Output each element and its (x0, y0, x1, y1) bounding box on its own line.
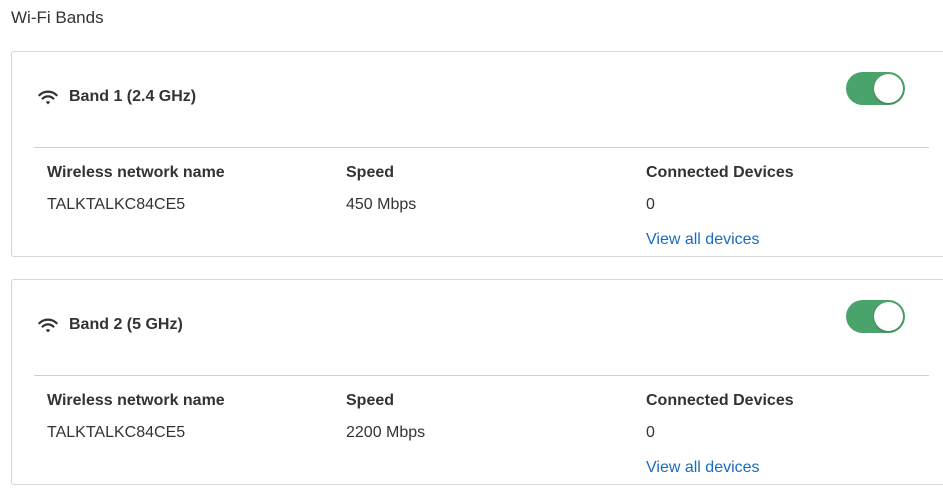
band-title: Band 2 (5 GHz) (69, 316, 183, 333)
speed-label: Speed (346, 164, 395, 181)
toggle-knob (874, 302, 903, 331)
view-all-devices-link[interactable]: View all devices (646, 457, 760, 479)
connected-devices-column: Connected Devices 0 View all devices (646, 162, 794, 251)
network-name-column: Wireless network name TALKTALKC84CE5 (47, 390, 225, 444)
band-title: Band 1 (2.4 GHz) (69, 88, 197, 105)
band-toggle[interactable] (846, 300, 905, 333)
speed-column: Speed 2200 Mbps (346, 390, 425, 444)
band-card-1: Band 1 (2.4 GHz) Wireless network name T… (11, 51, 943, 257)
band-header: Band 1 (2.4 GHz) (12, 52, 943, 148)
band-card-2: Band 2 (5 GHz) Wireless network name TAL… (11, 279, 943, 485)
network-name-value: TALKTALKC84CE5 (47, 424, 186, 441)
network-name-column: Wireless network name TALKTALKC84CE5 (47, 162, 225, 216)
divider (34, 375, 929, 376)
divider (34, 147, 929, 148)
network-name-label: Wireless network name (47, 164, 225, 181)
network-name-value: TALKTALKC84CE5 (47, 196, 186, 213)
band-toggle[interactable] (846, 72, 905, 105)
connected-devices-label: Connected Devices (646, 392, 794, 409)
speed-value: 2200 Mbps (346, 424, 426, 441)
network-name-label: Wireless network name (47, 392, 225, 409)
connected-devices-value: 0 (646, 196, 655, 213)
speed-column: Speed 450 Mbps (346, 162, 416, 216)
wifi-icon (38, 318, 58, 333)
speed-label: Speed (346, 392, 395, 409)
toggle-knob (874, 74, 903, 103)
connected-devices-value: 0 (646, 424, 655, 441)
speed-value: 450 Mbps (346, 196, 417, 213)
view-all-devices-link[interactable]: View all devices (646, 229, 760, 251)
connected-devices-label: Connected Devices (646, 164, 794, 181)
connected-devices-column: Connected Devices 0 View all devices (646, 390, 794, 479)
band-header: Band 2 (5 GHz) (12, 280, 943, 376)
page-title: Wi-Fi Bands (11, 8, 104, 27)
wifi-icon (38, 90, 58, 105)
